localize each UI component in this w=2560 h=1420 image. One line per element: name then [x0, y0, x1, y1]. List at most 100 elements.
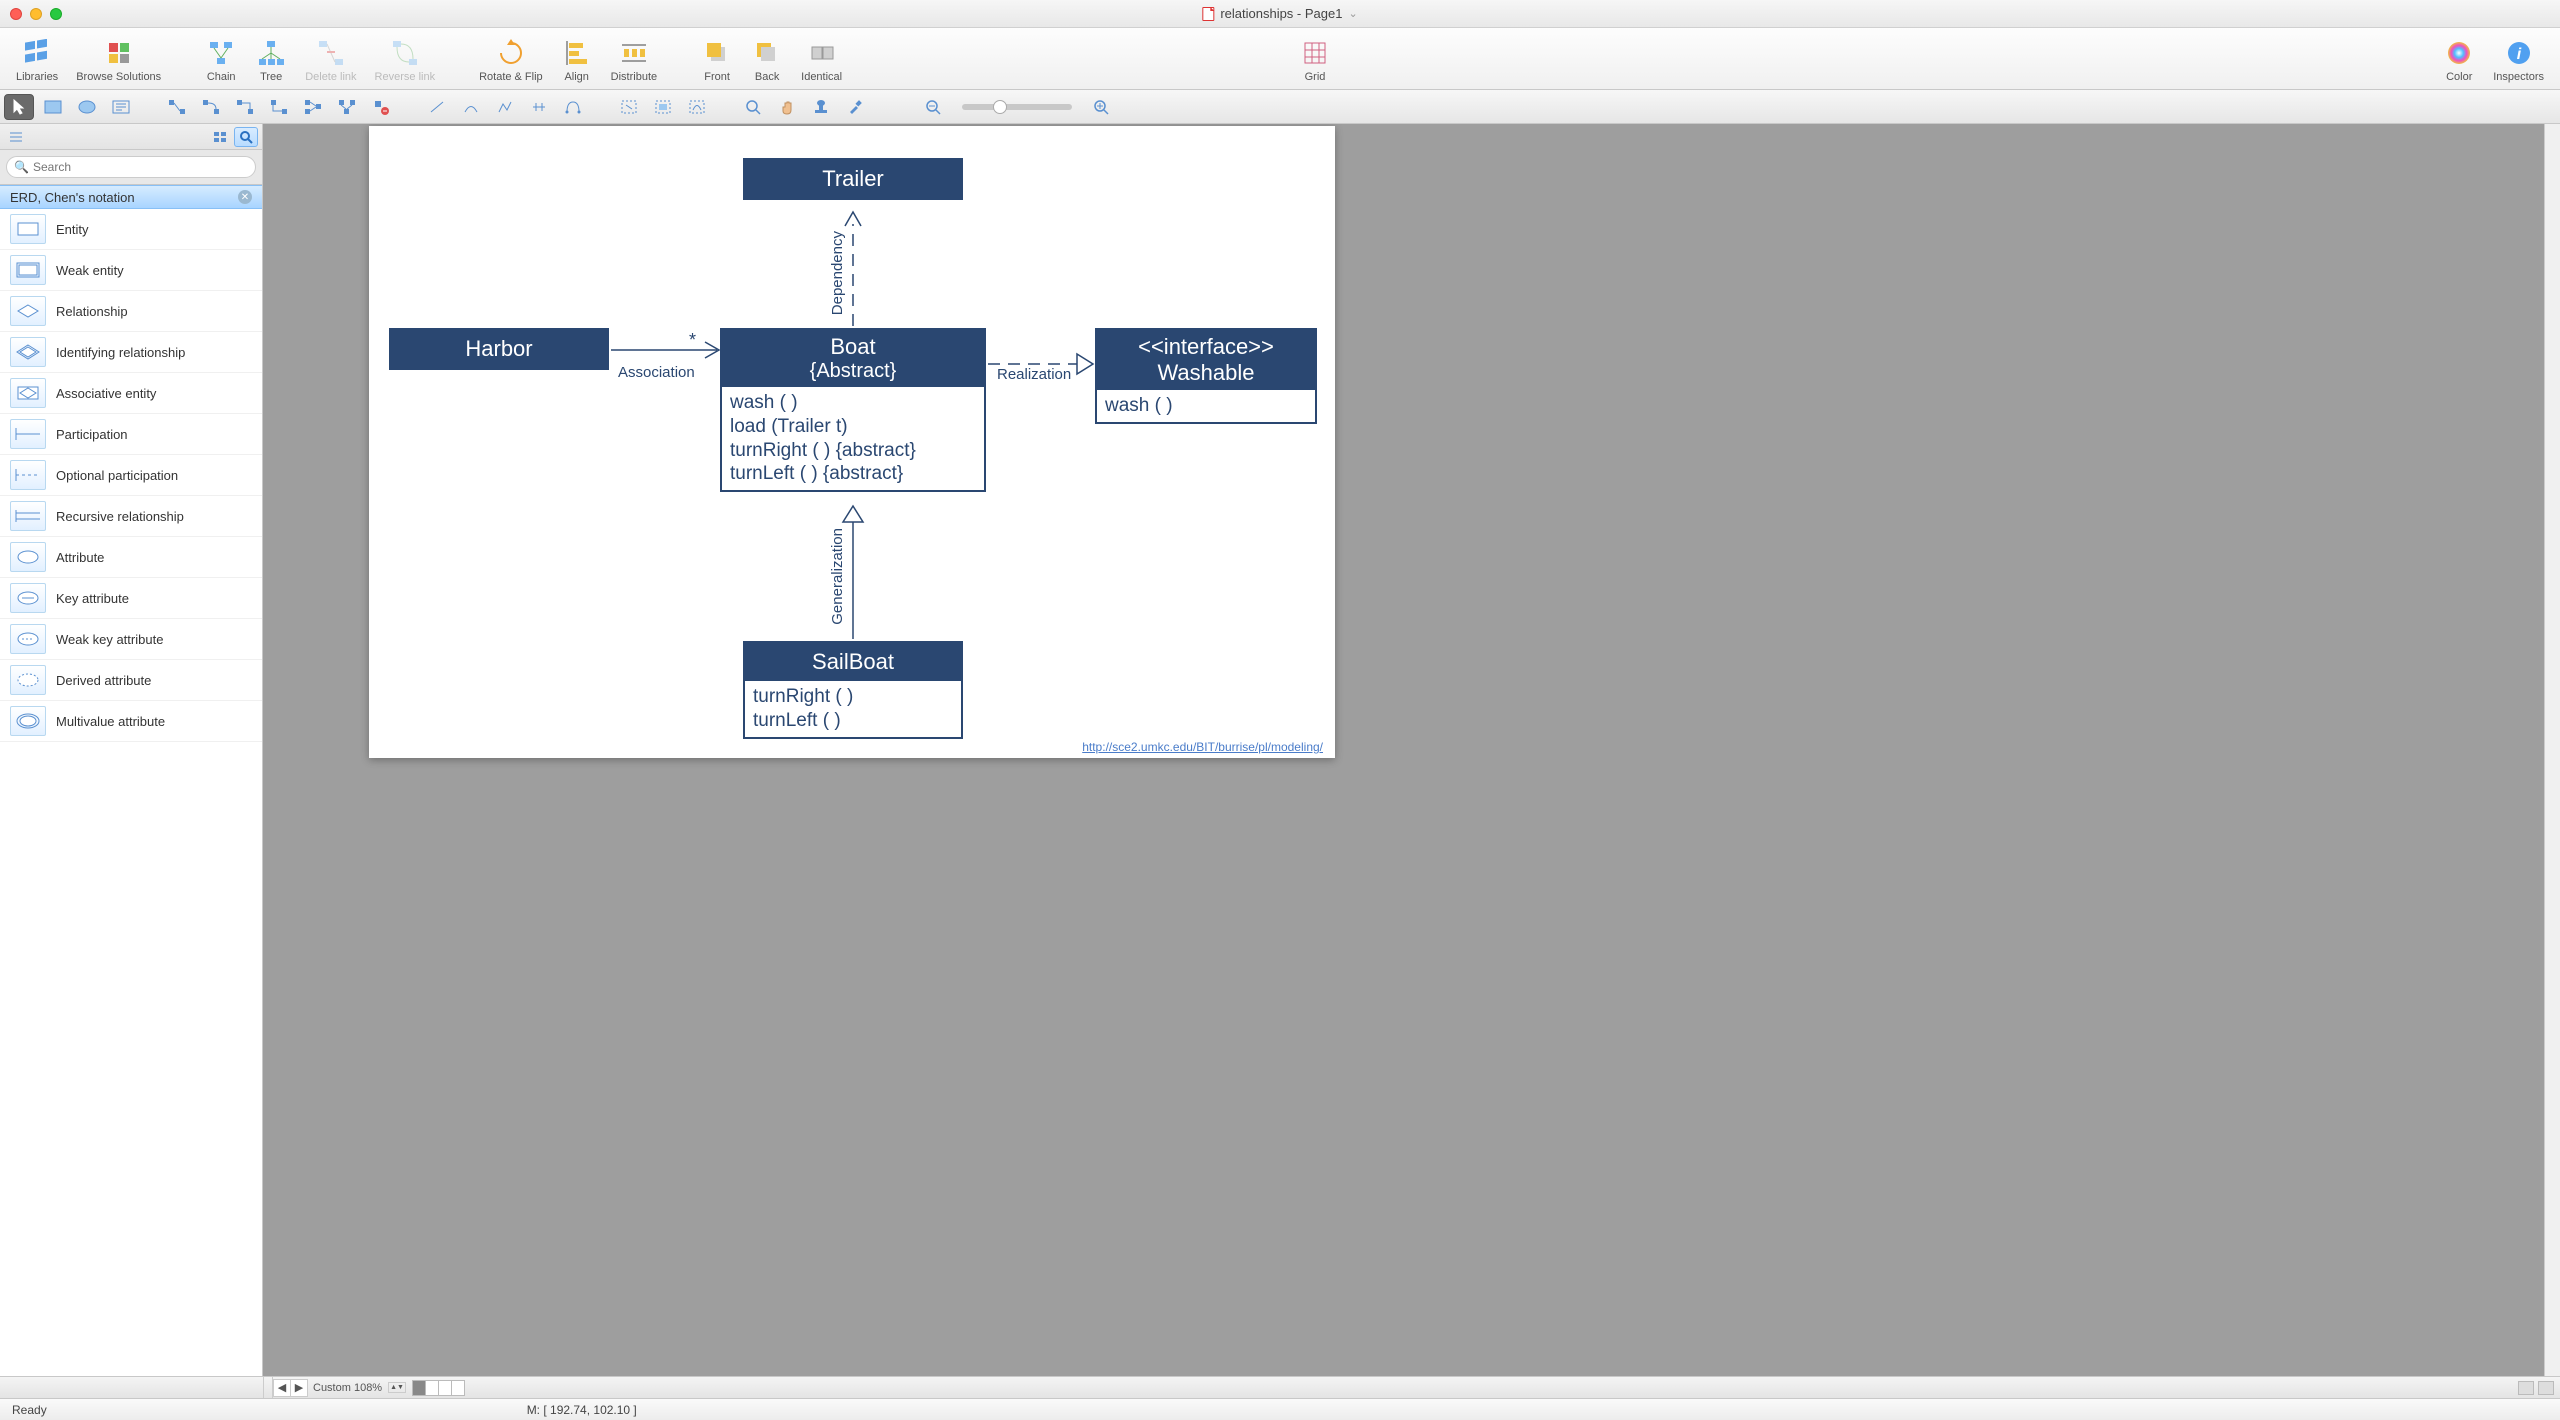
browse-solutions-button[interactable]: Browse Solutions — [68, 37, 169, 83]
sidebar-search-toggle[interactable] — [234, 127, 258, 147]
rotate-flip-button[interactable]: Rotate & Flip — [471, 37, 551, 83]
distribute-button[interactable]: Distribute — [603, 37, 665, 83]
connector-tool-5[interactable] — [298, 94, 328, 120]
sidebar-item-attribute[interactable]: Attribute — [0, 537, 262, 578]
connector-tool-3[interactable] — [230, 94, 260, 120]
connector-tool-1[interactable] — [162, 94, 192, 120]
zoom-in-button[interactable] — [1086, 94, 1116, 120]
tool-row — [0, 90, 2560, 124]
delete-tool[interactable] — [366, 94, 396, 120]
view-mode-2[interactable] — [2538, 1381, 2554, 1395]
maximize-window-button[interactable] — [50, 8, 62, 20]
zoom-label[interactable]: Custom 108% — [313, 1382, 382, 1394]
sidebar-item-derived-attribute[interactable]: Derived attribute — [0, 660, 262, 701]
sidebar-item-entity[interactable]: Entity — [0, 209, 262, 250]
window-controls — [10, 8, 62, 20]
sidebar-item-multivalue-attribute[interactable]: Multivalue attribute — [0, 701, 262, 742]
align-button[interactable]: Align — [553, 37, 601, 83]
zoom-slider[interactable] — [962, 104, 1072, 110]
window-title-text: relationships - Page1 — [1220, 6, 1342, 21]
source-link[interactable]: http://sce2.umkc.edu/BIT/burrise/pl/mode… — [1082, 740, 1323, 754]
view-mode-1[interactable] — [2518, 1381, 2534, 1395]
sheet-tabs — [412, 1380, 2518, 1396]
grid-button[interactable]: Grid — [1291, 37, 1339, 83]
sidebar-view-list[interactable] — [4, 127, 28, 147]
label-generalization: Generalization — [829, 528, 846, 625]
close-window-button[interactable] — [10, 8, 22, 20]
ellipse-tool[interactable] — [72, 94, 102, 120]
inspectors-button[interactable]: iInspectors — [2485, 37, 2552, 83]
sidebar-section-header[interactable]: ERD, Chen's notation ✕ — [0, 185, 262, 209]
stamp-tool[interactable] — [806, 94, 836, 120]
close-icon[interactable]: ✕ — [238, 190, 252, 204]
uml-class-boat[interactable]: Boat {Abstract} wash ( ) load (Trailer t… — [720, 328, 986, 492]
text-tool[interactable] — [106, 94, 136, 120]
statusbar: Ready M: [ 192.74, 102.10 ] — [0, 1398, 2560, 1420]
canvas[interactable]: Trailer Harbor Boat {Abstract} wash ( ) … — [263, 124, 2560, 1376]
back-button[interactable]: Back — [743, 37, 791, 83]
line-tool-5[interactable] — [558, 94, 588, 120]
snap-tool-1[interactable] — [614, 94, 644, 120]
connector-tool-2[interactable] — [196, 94, 226, 120]
hand-tool[interactable] — [772, 94, 802, 120]
uml-class-sailboat[interactable]: SailBoat turnRight ( ) turnLeft ( ) — [743, 641, 963, 739]
line-tool-3[interactable] — [490, 94, 520, 120]
chain-button[interactable]: Chain — [197, 37, 245, 83]
sidebar-item-weak-key-attribute[interactable]: Weak key attribute — [0, 619, 262, 660]
uml-interface-washable[interactable]: <<interface>> Washable wash ( ) — [1095, 328, 1317, 424]
zoom-stepper[interactable]: ▲▼ — [388, 1382, 406, 1393]
snap-tool-2[interactable] — [648, 94, 678, 120]
sheet-tab-3[interactable] — [438, 1380, 452, 1396]
splitter-handle[interactable] — [263, 1377, 273, 1398]
zoom-tool[interactable] — [738, 94, 768, 120]
tree-button[interactable]: Tree — [247, 37, 295, 83]
connector-tool-6[interactable] — [332, 94, 362, 120]
minimize-window-button[interactable] — [30, 8, 42, 20]
sidebar-item-participation[interactable]: Participation — [0, 414, 262, 455]
search-input[interactable] — [6, 156, 256, 178]
sidebar-item-weak-entity[interactable]: Weak entity — [0, 250, 262, 291]
sidebar-view-grid[interactable] — [208, 127, 232, 147]
identical-button[interactable]: Identical — [793, 37, 850, 83]
sheet-nav: ◀ ▶ — [273, 1379, 307, 1397]
uml-class-trailer[interactable]: Trailer — [743, 158, 963, 200]
line-tool-4[interactable] — [524, 94, 554, 120]
eyedropper-tool[interactable] — [840, 94, 870, 120]
sidebar-item-optional-participation[interactable]: Optional participation — [0, 455, 262, 496]
sidebar-top-tools — [0, 124, 262, 150]
rect-tool[interactable] — [38, 94, 68, 120]
front-button[interactable]: Front — [693, 37, 741, 83]
status-mouse-coords: M: [ 192.74, 102.10 ] — [527, 1403, 637, 1417]
sidebar: 🔍 ERD, Chen's notation ✕ Entity Weak ent… — [0, 124, 263, 1376]
sheet-next-button[interactable]: ▶ — [290, 1379, 308, 1397]
document-icon — [1202, 7, 1214, 21]
connector-tool-4[interactable] — [264, 94, 294, 120]
sheet-prev-button[interactable]: ◀ — [273, 1379, 291, 1397]
search-icon: 🔍 — [14, 160, 29, 174]
sidebar-search: 🔍 — [0, 150, 262, 185]
color-button[interactable]: Color — [2435, 37, 2483, 83]
zoom-out-button[interactable] — [918, 94, 948, 120]
snap-tool-3[interactable] — [682, 94, 712, 120]
reverse-link-button[interactable]: Reverse link — [367, 37, 444, 83]
page[interactable]: Trailer Harbor Boat {Abstract} wash ( ) … — [369, 126, 1335, 758]
sidebar-section-title: ERD, Chen's notation — [10, 190, 135, 205]
pointer-tool[interactable] — [4, 94, 34, 120]
uml-class-harbor[interactable]: Harbor — [389, 328, 609, 370]
delete-link-button[interactable]: Delete link — [297, 37, 364, 83]
sheet-tab-1[interactable] — [412, 1380, 426, 1396]
zoom-slider-thumb[interactable] — [993, 100, 1007, 114]
sidebar-item-associative-entity[interactable]: Associative entity — [0, 373, 262, 414]
libraries-button[interactable]: Libraries — [8, 37, 66, 83]
line-tool-1[interactable] — [422, 94, 452, 120]
sheet-tab-2[interactable] — [425, 1380, 439, 1396]
sheet-tab-4[interactable] — [451, 1380, 465, 1396]
sidebar-item-recursive-relationship[interactable]: Recursive relationship — [0, 496, 262, 537]
sidebar-item-relationship[interactable]: Relationship — [0, 291, 262, 332]
sidebar-item-key-attribute[interactable]: Key attribute — [0, 578, 262, 619]
sidebar-item-identifying-relationship[interactable]: Identifying relationship — [0, 332, 262, 373]
vertical-scrollbar[interactable] — [2544, 124, 2560, 1376]
sidebar-list: Entity Weak entity Relationship Identify… — [0, 209, 262, 1376]
line-tool-2[interactable] — [456, 94, 486, 120]
window-title[interactable]: relationships - Page1 ⌄ — [1202, 6, 1357, 21]
